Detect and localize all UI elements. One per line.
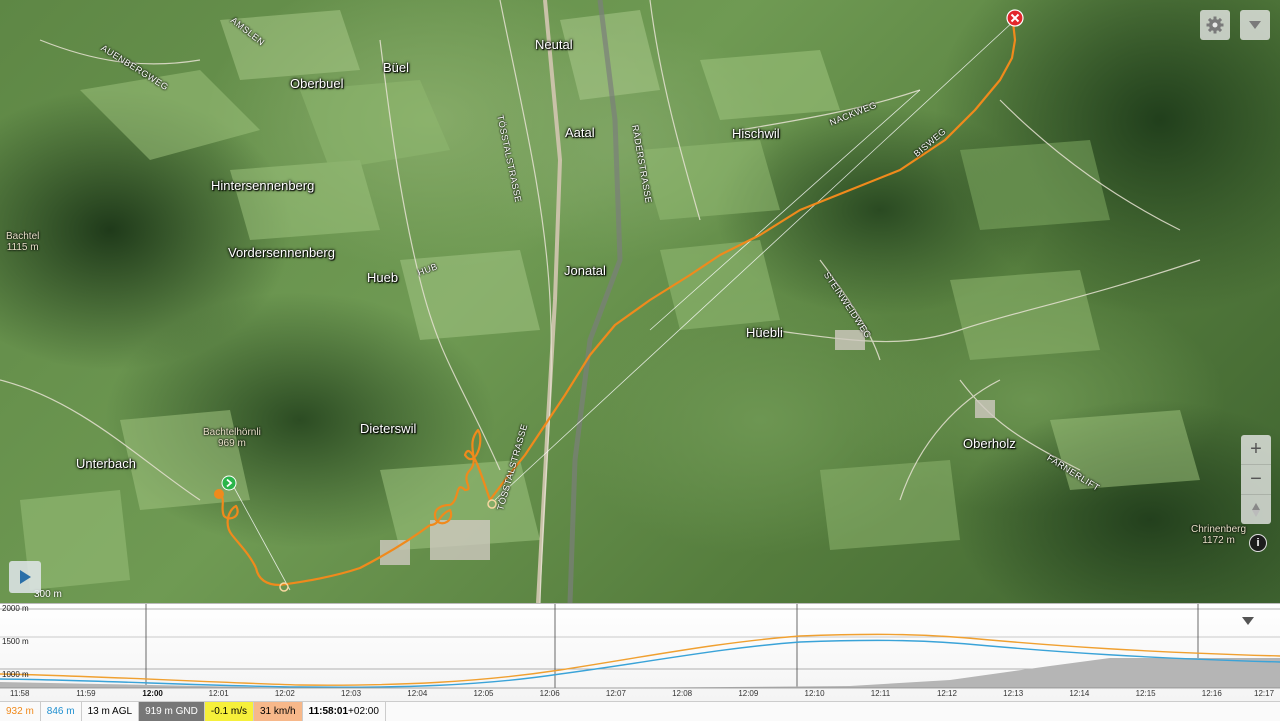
collapse-menu-button[interactable] xyxy=(1240,10,1270,40)
ground-altitude-readout: 846 m xyxy=(41,702,82,721)
play-icon xyxy=(20,570,31,584)
time-tick: 11:58 xyxy=(10,689,30,698)
compass-button[interactable] xyxy=(1241,495,1271,524)
place-label-neutal: Neutal xyxy=(535,37,573,52)
status-bar: 932 m 846 m 13 m AGL 919 m GND -0.1 m/s … xyxy=(0,701,1280,721)
time-tick: 12:10 xyxy=(804,689,825,698)
time-tick: 12:03 xyxy=(341,689,362,698)
time-tick: 12:02 xyxy=(274,689,295,698)
y-label-2000: 2000 m xyxy=(2,604,29,613)
time-tick: 12:12 xyxy=(936,689,957,698)
time-tick: 12:04 xyxy=(407,689,428,698)
place-label-oberholz: Oberholz xyxy=(963,436,1016,451)
gear-icon xyxy=(1206,16,1224,34)
altitude-profile[interactable]: 2000 m 1500 m 1000 m 11:58 11:59 12:00 12:0… xyxy=(0,603,1280,702)
zoom-control: + − xyxy=(1241,435,1271,524)
zoom-in-button[interactable]: + xyxy=(1241,435,1271,465)
peak-bachtelhornli: Bachtelhörnli 969 m xyxy=(203,427,261,449)
place-label-hueb: Hueb xyxy=(367,270,399,285)
time-readout: 11:58:01 +02:00 xyxy=(303,702,386,721)
time-tick: 12:07 xyxy=(605,689,626,698)
time-tick: 12:15 xyxy=(1135,689,1156,698)
minus-icon: − xyxy=(1250,468,1262,490)
time-tick: 12:14 xyxy=(1069,689,1090,698)
time-tick: 12:13 xyxy=(1003,689,1024,698)
place-label-dieterswil: Dieterswil xyxy=(360,421,417,436)
speed-readout: 31 km/h xyxy=(253,702,303,721)
place-label-hintersennenberg: Hintersennenberg xyxy=(211,178,315,193)
compass-icon xyxy=(1252,502,1260,517)
place-label-vordersennenberg: Vordersennenberg xyxy=(228,245,335,260)
time-tick: 12:05 xyxy=(473,689,494,698)
profile-chart xyxy=(0,604,1280,689)
peak-elevation: 1172 m xyxy=(1202,535,1235,546)
peak-chrinenberg: Chrinenberg 1172 m xyxy=(1191,524,1246,546)
end-marker-icon[interactable] xyxy=(1006,9,1024,27)
place-label-buel: Büel xyxy=(383,60,410,75)
chevron-down-icon xyxy=(1242,617,1254,625)
time-tick: 12:01 xyxy=(208,689,229,698)
agl-readout: 13 m AGL xyxy=(82,702,140,721)
time-tick: 12:17 xyxy=(1254,689,1275,698)
y-label-1500: 1500 m xyxy=(2,637,29,646)
map-terrain xyxy=(0,0,1201,603)
time-tick: 12:09 xyxy=(738,689,759,698)
time-tick: 12:16 xyxy=(1201,689,1222,698)
play-button[interactable] xyxy=(9,561,41,593)
time-tick: 12:06 xyxy=(539,689,560,698)
map-view[interactable]: Oberbuel Büel Neutal Aatal Hischwil Hint… xyxy=(0,0,1280,603)
place-label-hischwil: Hischwil xyxy=(732,126,780,141)
peak-name: Chrinenberg xyxy=(1191,524,1247,535)
y-label-1000: 1000 m xyxy=(2,670,29,679)
profile-collapse-button[interactable] xyxy=(1241,616,1269,642)
peak-name: Bachtelhörnli xyxy=(203,427,261,438)
plus-icon: + xyxy=(1250,438,1262,460)
peak-name: Bachtel xyxy=(6,231,40,242)
place-label-jonatal: Jonatal xyxy=(564,263,606,278)
settings-button[interactable] xyxy=(1200,10,1230,40)
zoom-out-button[interactable]: − xyxy=(1241,465,1271,495)
time-tick: 12:08 xyxy=(672,689,693,698)
place-label-huebli: Hüebli xyxy=(746,325,783,340)
info-icon[interactable]: i xyxy=(1249,534,1267,552)
place-label-aatal: Aatal xyxy=(565,125,595,140)
peak-bachtel: Bachtel 1115 m xyxy=(6,231,39,253)
gnd-readout: 919 m GND xyxy=(139,702,205,721)
place-label-oberbuel: Oberbuel xyxy=(290,76,344,91)
place-label-unterbach: Unterbach xyxy=(76,456,136,471)
start-marker-icon[interactable] xyxy=(221,475,237,491)
peak-elevation: 969 m xyxy=(218,438,246,449)
peak-elevation: 1115 m xyxy=(6,242,39,253)
time-tick: 11:59 xyxy=(76,689,96,698)
time-value: 11:58:01 xyxy=(308,706,349,717)
time-tick: 12:11 xyxy=(870,689,891,698)
chevron-down-icon xyxy=(1249,21,1261,29)
vario-readout: -0.1 m/s xyxy=(204,702,254,721)
altitude-readout: 932 m xyxy=(0,702,41,721)
timezone-value: +02:00 xyxy=(348,706,379,717)
time-tick: 12:00 xyxy=(142,689,163,698)
